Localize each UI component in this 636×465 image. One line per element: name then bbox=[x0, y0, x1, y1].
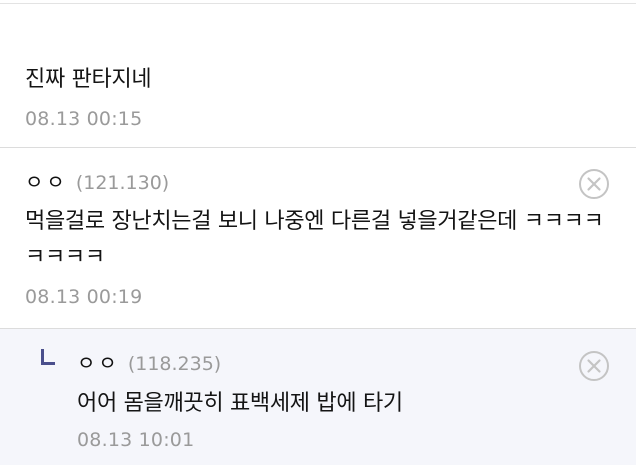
comment-author-row: ㅇㅇ (121.130) bbox=[25, 166, 169, 195]
close-circle-icon bbox=[579, 351, 609, 381]
comment-text: 진짜 판타지네 bbox=[25, 67, 152, 92]
comment-author-row: ㅇㅇ (118.235) bbox=[77, 347, 221, 376]
delete-comment-button[interactable] bbox=[578, 168, 610, 200]
close-circle-icon bbox=[579, 169, 609, 199]
comment-ip: (121.130) bbox=[75, 172, 170, 194]
comment-date: 08.13 00:19 bbox=[25, 286, 143, 308]
delete-comment-button[interactable] bbox=[578, 350, 610, 382]
comment-item: 진짜 판타지네 08.13 00:15 bbox=[0, 4, 636, 147]
comment-text: 어어 몸을깨끗히 표백세제 밥에 타기 bbox=[77, 391, 403, 416]
reply-item: ㅇㅇ (118.235) 어어 몸을깨끗히 표백세제 밥에 타기 08.13 1… bbox=[0, 329, 636, 465]
comment-item: ㅇㅇ (121.130) 먹을걸로 장난치는걸 보니 나중엔 다른걸 넣을거같은… bbox=[0, 148, 636, 328]
reply-arrow-icon bbox=[41, 349, 55, 365]
comment-date: 08.13 10:01 bbox=[77, 429, 195, 451]
comment-nickname[interactable]: ㅇㅇ bbox=[25, 166, 68, 195]
comment-text: 먹을걸로 장난치는걸 보니 나중엔 다른걸 넣을거같은데 ㅋㅋㅋㅋㅋㅋㅋㅋ bbox=[25, 209, 604, 270]
comment-date: 08.13 00:15 bbox=[25, 108, 143, 130]
comment-ip: (118.235) bbox=[127, 353, 222, 375]
comment-nickname[interactable]: ㅇㅇ bbox=[77, 347, 120, 376]
